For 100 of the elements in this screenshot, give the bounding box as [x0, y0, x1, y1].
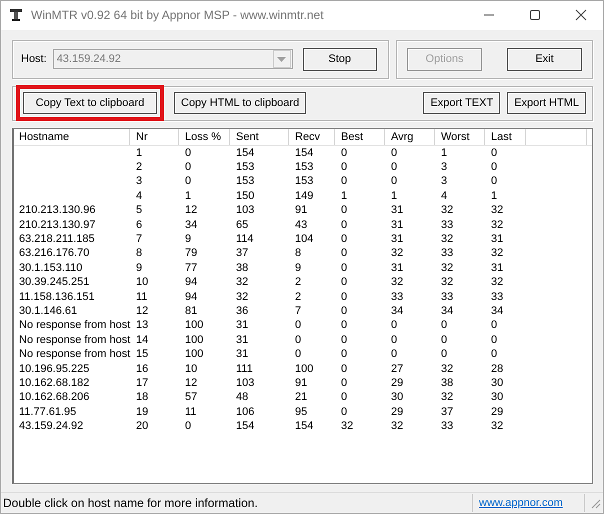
table-cell: 30: [491, 391, 504, 404]
website-link[interactable]: www.appnor.com: [479, 496, 563, 509]
table-cell: 154: [236, 420, 254, 432]
table-cell: 15: [136, 348, 148, 360]
stop-button[interactable]: Stop: [302, 48, 377, 71]
copy-button[interactable]: Copy Text to clipboard: [23, 92, 157, 114]
column-header[interactable]: Sent: [230, 128, 289, 145]
table-cell: 32: [391, 276, 404, 288]
table-cell: 10.162.68.182: [19, 376, 90, 389]
table-cell: 30: [491, 376, 504, 389]
table-cell: 100: [185, 334, 204, 346]
table-cell: No response from host: [19, 319, 130, 332]
resize-grip-icon[interactable]: [589, 496, 601, 509]
table-cell: 103: [236, 376, 254, 389]
table-cell: 10: [136, 276, 148, 288]
table-cell: 29: [491, 406, 504, 418]
export-button[interactable]: Export HTML: [507, 92, 586, 114]
table-cell: 114: [236, 233, 254, 245]
column-header[interactable]: Loss %: [179, 128, 230, 145]
table-cell: 0: [391, 319, 398, 332]
table-cell: 37: [236, 247, 248, 260]
table-cell: 1: [136, 146, 142, 159]
table-cell: 9: [136, 262, 142, 274]
table-cell: 11.77.61.95: [19, 406, 76, 418]
table-cell: 0: [491, 348, 498, 360]
table-cell: 95: [295, 406, 308, 418]
table-cell: 32: [441, 233, 454, 245]
column-header[interactable]: Recv: [289, 128, 335, 145]
table-cell: 43: [295, 218, 308, 231]
table-cell: 31: [391, 204, 404, 216]
exit-button[interactable]: Exit: [507, 48, 582, 71]
table-cell: No response from host: [19, 334, 130, 346]
copy-button[interactable]: Copy HTML to clipboard: [174, 92, 306, 114]
column-header[interactable]: Last: [485, 128, 526, 145]
table-cell: 0: [185, 161, 192, 174]
table-cell: 2: [136, 161, 142, 174]
table-cell: 0: [185, 175, 192, 188]
table-cell: 3: [441, 161, 448, 174]
table-cell: 32: [341, 420, 354, 432]
table-cell: 30.39.245.251: [19, 276, 90, 288]
table-cell: 0: [341, 334, 348, 346]
maximize-icon[interactable]: [529, 9, 541, 22]
table-cell: 31: [391, 262, 404, 274]
table-cell: 32: [491, 420, 504, 432]
table-cell: 19: [136, 406, 148, 418]
table-cell: 81: [185, 304, 198, 317]
table-cell: 4: [441, 190, 448, 202]
table-cell: 11: [136, 290, 148, 303]
table-cell: 28: [491, 362, 504, 375]
table-cell: 0: [341, 304, 348, 317]
table-cell: 0: [441, 319, 448, 332]
table-cell: 0: [341, 146, 348, 159]
column-header[interactable]: Nr: [130, 128, 179, 145]
export-button[interactable]: Export TEXT: [423, 92, 500, 114]
table-cell: 21: [295, 391, 308, 404]
table-cell: 63.218.211.185: [19, 233, 95, 245]
table-cell: 91: [295, 204, 308, 216]
table-cell: 4: [136, 190, 142, 202]
table-cell: 0: [341, 276, 348, 288]
table-cell: 32: [441, 276, 454, 288]
table-cell: 0: [341, 204, 348, 216]
table-cell: 32: [441, 262, 454, 274]
table-cell: 34: [491, 304, 504, 317]
table-cell: 154: [295, 146, 314, 159]
table-cell: 57: [185, 391, 198, 404]
table-cell: 33: [441, 247, 454, 260]
table-cell: 150: [236, 190, 254, 202]
table-cell: 0: [391, 146, 398, 159]
table-cell: 154: [236, 146, 254, 159]
column-header[interactable]: Avrg: [385, 128, 435, 145]
table-cell: 11.158.136.151: [19, 290, 95, 303]
table-cell: 0: [491, 319, 498, 332]
table-cell: 31: [236, 348, 248, 360]
table-cell: 0: [341, 319, 348, 332]
table-cell: 33: [391, 290, 404, 303]
table-cell: 77: [185, 262, 198, 274]
table-cell: 32: [236, 290, 248, 303]
table-cell: 12: [185, 204, 198, 216]
table-cell: 30.1.146.61: [19, 304, 78, 317]
table-cell: 0: [341, 161, 348, 174]
table-cell: 32: [391, 247, 404, 260]
close-icon[interactable]: [575, 9, 587, 22]
table-cell: 0: [295, 334, 302, 346]
column-header[interactable]: Best: [335, 128, 385, 145]
column-header[interactable]: Hostname: [14, 128, 130, 145]
table-cell: 38: [441, 376, 454, 389]
table-cell: 29: [391, 406, 404, 418]
table-cell: 34: [391, 304, 404, 317]
table-cell: 7: [136, 233, 142, 245]
table-cell: 0: [441, 334, 448, 346]
table-cell: 11: [185, 406, 196, 418]
table-cell: 36: [236, 304, 248, 317]
table-cell: 0: [341, 247, 348, 260]
table-cell: 32: [441, 391, 454, 404]
column-header[interactable]: Worst: [435, 128, 485, 145]
table-cell: 12: [185, 376, 198, 389]
table-cell: 0: [341, 290, 348, 303]
table-cell: 33: [491, 290, 504, 303]
table-cell: 9: [295, 262, 302, 274]
table-cell: 0: [295, 348, 302, 360]
